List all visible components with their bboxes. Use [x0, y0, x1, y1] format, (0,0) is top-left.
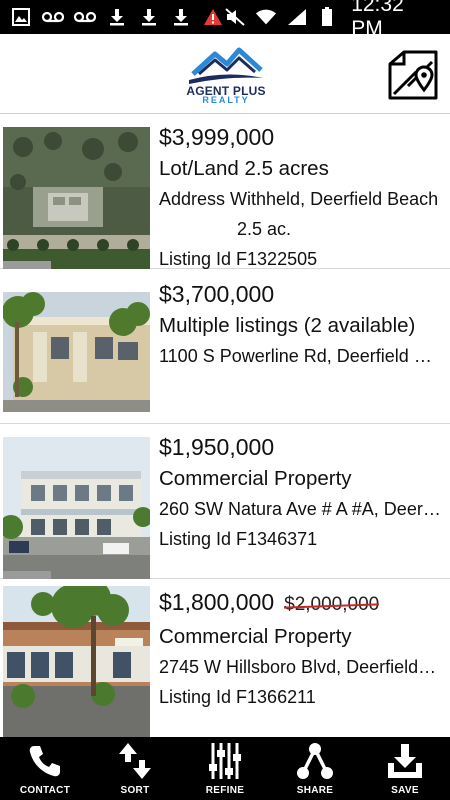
listing-price-row: $1,800,000 $2,000,000 — [159, 586, 441, 621]
listing-address: 2745 W Hillsboro Blvd, Deerfield Beach — [159, 657, 441, 677]
voicemail-icon — [42, 6, 64, 28]
listing-type: Lot/Land 2.5 acres — [159, 157, 329, 180]
listing-info: $1,950,000 Commercial Property 260 SW Na… — [159, 431, 441, 554]
signal-icon — [286, 6, 308, 28]
contact-button[interactable]: CONTACT — [0, 737, 90, 800]
share-button[interactable]: SHARE — [270, 737, 360, 800]
listing-photo[interactable] — [3, 292, 150, 412]
listing-type: Multiple listings (2 available) — [159, 314, 416, 337]
logo-text-realty: REALTY — [202, 95, 250, 105]
status-bar: 12:32 PM — [0, 0, 450, 40]
map-pin-icon — [388, 50, 438, 100]
listing-old-price: $2,000,000 — [284, 594, 380, 615]
voicemail-icon — [74, 6, 96, 28]
listing-results[interactable]: $3,999,000 Lot/Land 2.5 acres Address Wi… — [0, 115, 450, 737]
download-icon — [106, 6, 128, 28]
listing-address: Address Withheld, Deerfield Beach — [159, 189, 439, 209]
listing-type: Commercial Property — [159, 625, 352, 648]
listing-photo[interactable] — [3, 437, 150, 579]
sort-button[interactable]: SORT — [90, 737, 180, 800]
mute-icon — [224, 6, 246, 28]
listing-price: $1,800,000 — [159, 589, 275, 615]
listing-price: $1,950,000 — [159, 434, 275, 460]
listing-photo[interactable] — [3, 127, 150, 269]
listing-item[interactable]: $1,950,000 Commercial Property 260 SW Na… — [0, 425, 450, 579]
listing-price: $3,700,000 — [159, 281, 275, 307]
sort-label: SORT — [120, 785, 150, 796]
refine-button[interactable]: REFINE — [180, 737, 270, 800]
photo-watermark — [3, 571, 51, 579]
listing-info: $1,800,000 $2,000,000 Commercial Property… — [159, 586, 441, 712]
photo-watermark — [3, 261, 51, 269]
contact-label: CONTACT — [19, 785, 71, 796]
sort-arrows-icon — [115, 741, 155, 781]
listing-address: 1100 S Powerline Rd, Deerfield Beach — [159, 346, 441, 366]
save-label: SAVE — [391, 785, 419, 796]
app-header: AGENT PLUS REALTY — [0, 34, 450, 114]
share-label: SHARE — [296, 785, 334, 796]
wifi-icon — [255, 6, 277, 28]
download-tray-icon — [385, 741, 425, 781]
listing-lot-size: 2.5 ac. — [237, 219, 292, 239]
listing-id: Listing Id F1346371 — [159, 529, 318, 549]
listing-info: $3,999,000 Lot/Land 2.5 acres Address Wi… — [159, 121, 441, 274]
listing-id: Listing Id F1366211 — [159, 687, 316, 707]
listing-address: 260 SW Natura Ave # A #A, Deerfield Beac… — [159, 499, 441, 519]
gallery-icon — [10, 6, 32, 28]
download-icon — [170, 6, 192, 28]
listing-price: $3,999,000 — [159, 124, 275, 150]
listing-photo[interactable] — [3, 586, 150, 737]
listing-info: $3,700,000 Multiple listings (2 availabl… — [159, 278, 441, 371]
battery-icon — [316, 6, 338, 28]
download-icon — [138, 6, 160, 28]
bottom-toolbar: CONTACT SORT REFINE SHARE SAVE — [0, 737, 450, 800]
warning-icon — [202, 6, 224, 28]
notification-icons — [10, 6, 224, 28]
phone-icon — [25, 741, 65, 781]
save-button[interactable]: SAVE — [360, 737, 450, 800]
sliders-icon — [205, 741, 245, 781]
listing-item[interactable]: $3,700,000 Multiple listings (2 availabl… — [0, 270, 450, 424]
refine-label: REFINE — [205, 785, 245, 796]
map-view-button[interactable] — [388, 48, 438, 100]
agent-plus-realty-logo[interactable]: AGENT PLUS REALTY — [185, 44, 267, 106]
share-icon — [295, 741, 335, 781]
listing-item[interactable]: $1,800,000 $2,000,000 Commercial Property… — [0, 580, 450, 737]
listing-item[interactable]: $3,999,000 Lot/Land 2.5 acres Address Wi… — [0, 115, 450, 269]
listing-type: Commercial Property — [159, 467, 352, 490]
